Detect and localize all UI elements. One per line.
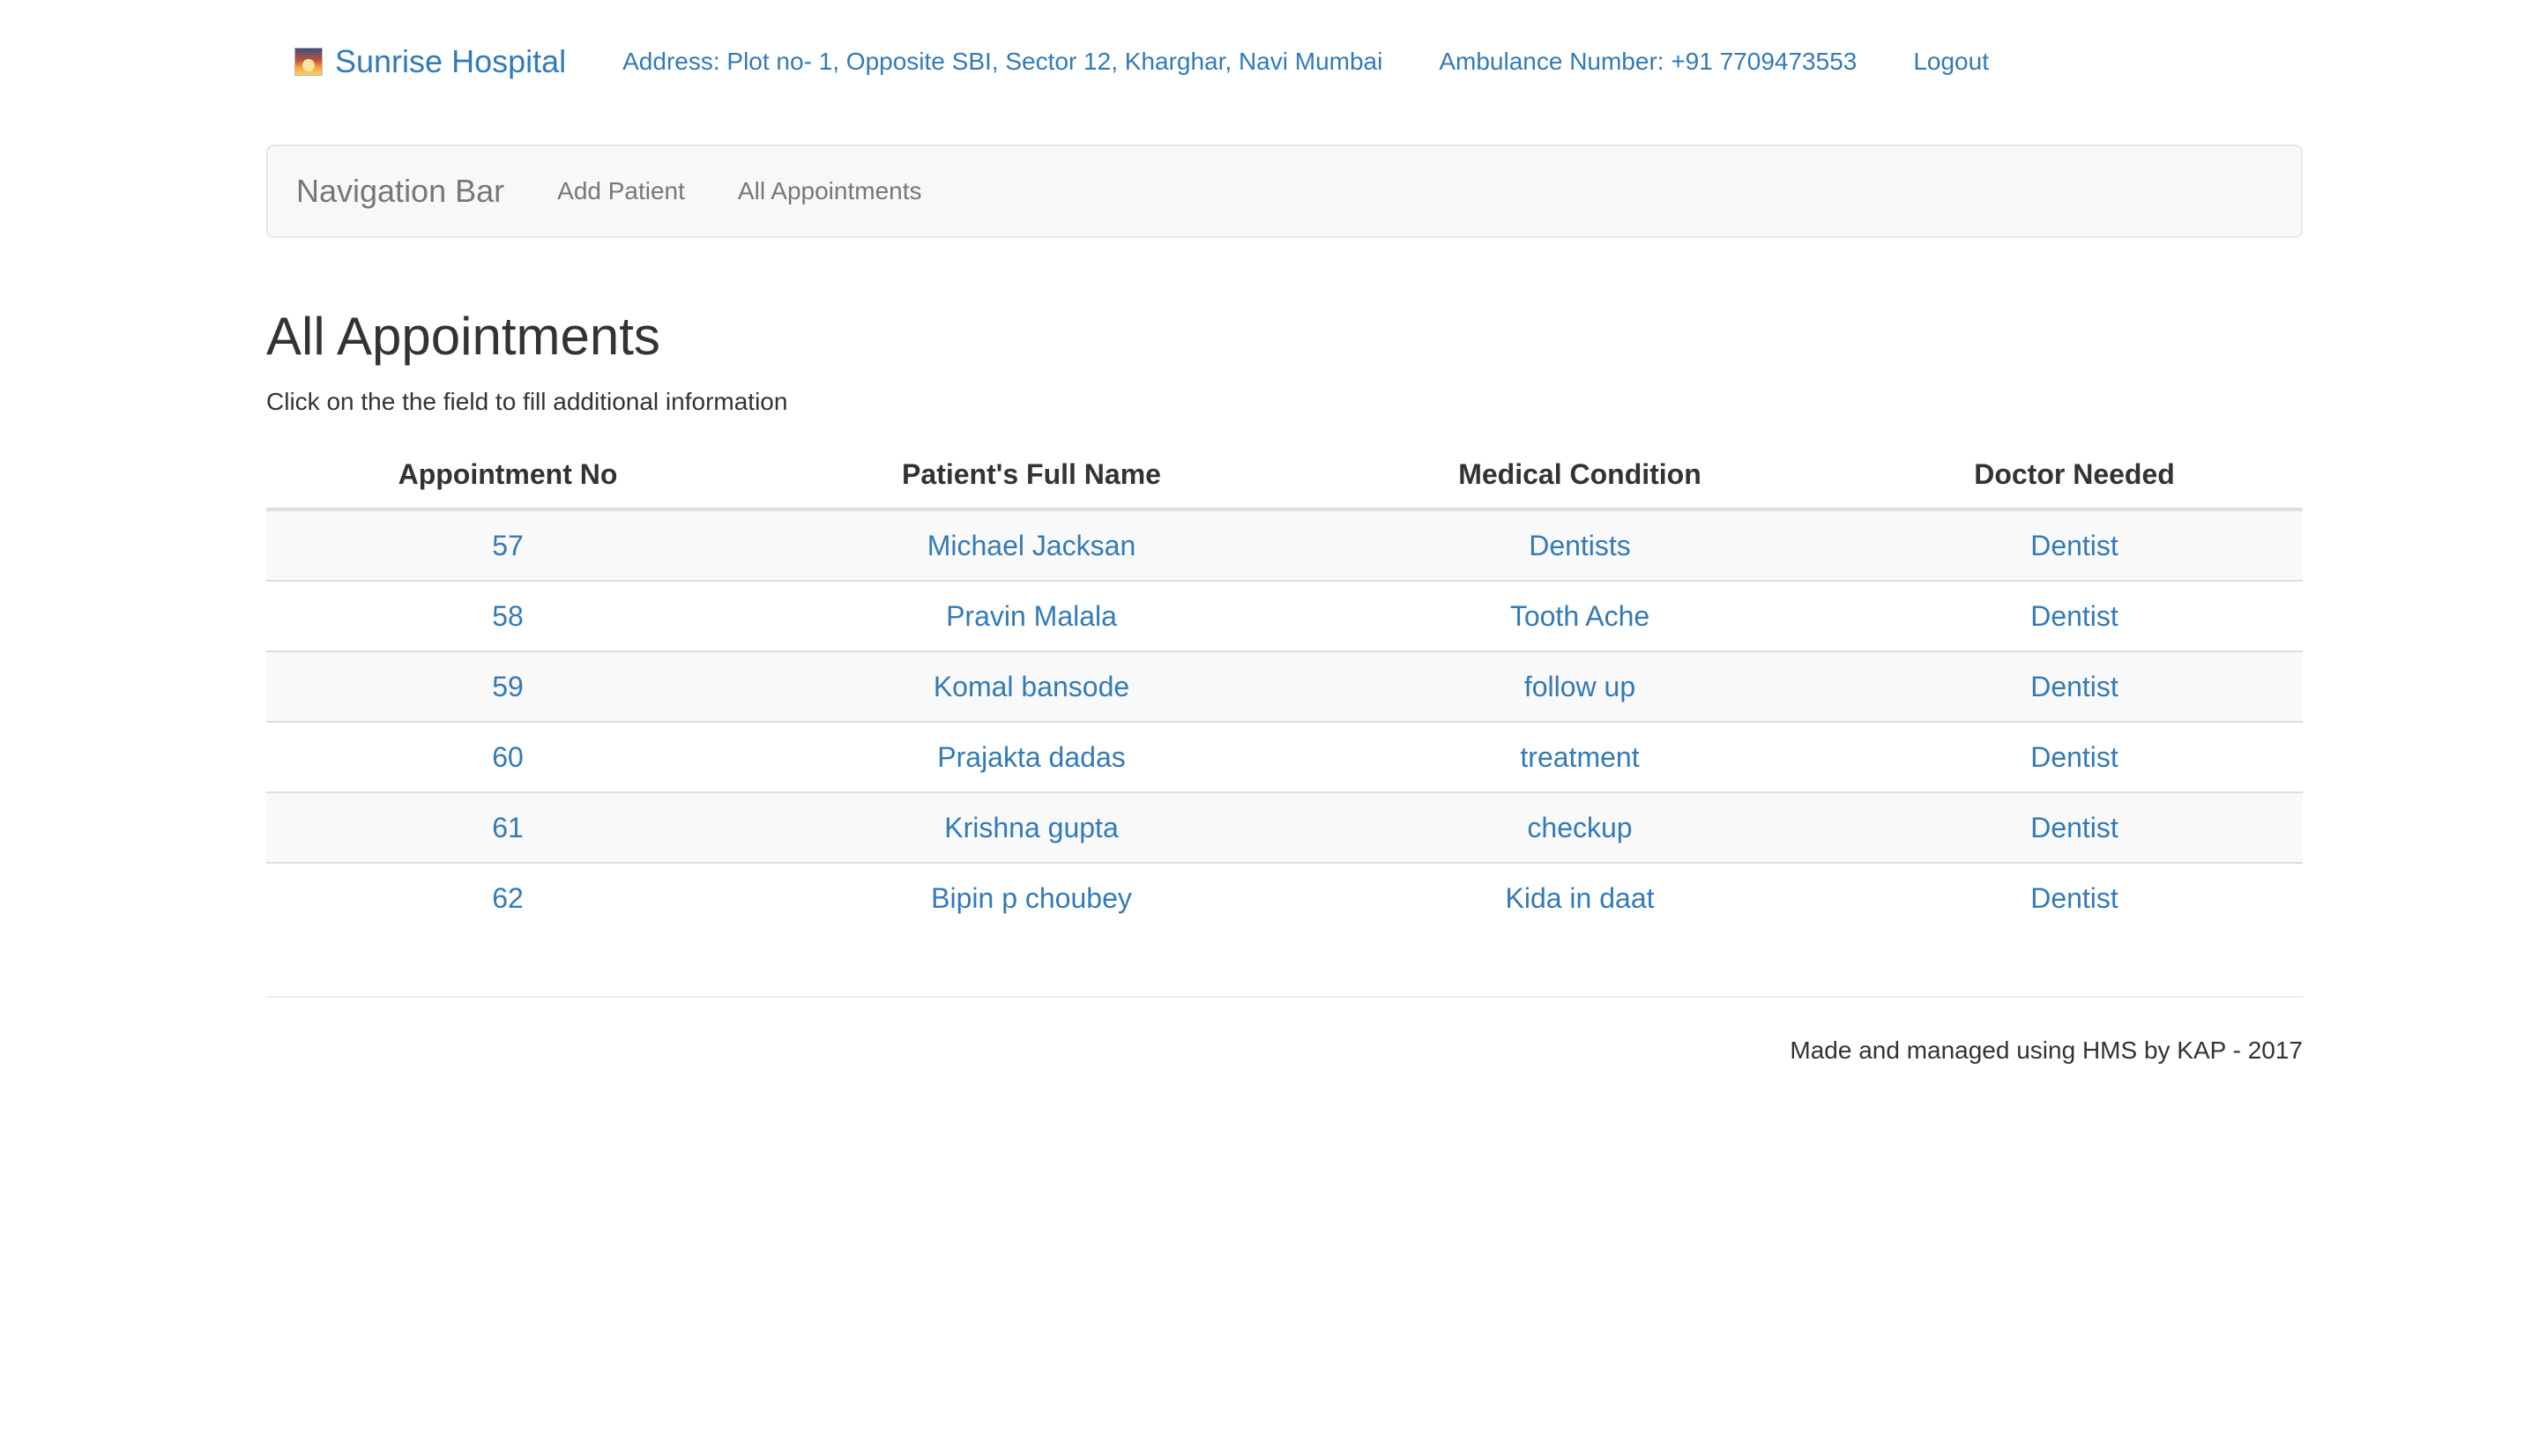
- address-link[interactable]: Address: Plot no- 1, Opposite SBI, Secto…: [622, 35, 1382, 88]
- nav-link-add-patient[interactable]: Add Patient: [531, 146, 711, 236]
- table-row: 58 Pravin Malala Tooth Ache Dentist: [266, 580, 2303, 651]
- logout-link[interactable]: Logout: [1913, 35, 1989, 88]
- brand-link[interactable]: Sunrise Hospital: [294, 35, 566, 88]
- cell-appointment-no: 58: [266, 580, 749, 651]
- appointment-no-link[interactable]: 60: [492, 741, 524, 773]
- table-row: 57 Michael Jacksan Dentists Dentist: [266, 509, 2303, 581]
- doctor-needed-link[interactable]: Dentist: [2030, 600, 2118, 632]
- sunrise-logo-icon: [294, 48, 323, 76]
- cell-appointment-no: 62: [266, 862, 749, 932]
- appointments-table: Appointment No Patient's Full Name Medic…: [266, 441, 2303, 932]
- brand-name: Sunrise Hospital: [335, 43, 567, 79]
- medical-condition-link[interactable]: treatment: [1520, 741, 1639, 773]
- cell-doctor-needed: Dentist: [1846, 509, 2303, 581]
- cell-doctor-needed: Dentist: [1846, 650, 2303, 722]
- cell-patient-name: Krishna gupta: [749, 791, 1314, 863]
- column-header-patient-name: Patient's Full Name: [749, 441, 1314, 511]
- cell-patient-name: Prajakta dadas: [749, 721, 1314, 792]
- table-row: 62 Bipin p choubey Kida in daat Dentist: [266, 862, 2303, 932]
- doctor-needed-link[interactable]: Dentist: [2030, 530, 2118, 561]
- ambulance-number-link[interactable]: Ambulance Number: +91 7709473553: [1439, 35, 1857, 88]
- table-row: 60 Prajakta dadas treatment Dentist: [266, 721, 2303, 792]
- patient-name-link[interactable]: Komal bansode: [934, 671, 1129, 702]
- table-row: 59 Komal bansode follow up Dentist: [266, 650, 2303, 722]
- medical-condition-link[interactable]: follow up: [1524, 671, 1635, 702]
- patient-name-link[interactable]: Bipin p choubey: [931, 882, 1132, 914]
- page-subtitle: Click on the the field to fill additiona…: [266, 388, 788, 415]
- cell-patient-name: Bipin p choubey: [749, 862, 1314, 932]
- medical-condition-link[interactable]: Kida in daat: [1505, 882, 1654, 914]
- cell-doctor-needed: Dentist: [1846, 862, 2303, 932]
- doctor-needed-link[interactable]: Dentist: [2030, 812, 2118, 843]
- medical-condition-link[interactable]: checkup: [1527, 812, 1632, 843]
- cell-appointment-no: 57: [266, 509, 749, 581]
- column-header-doctor-needed: Doctor Needed: [1846, 441, 2303, 511]
- cell-medical-condition: treatment: [1314, 721, 1846, 792]
- appointment-no-link[interactable]: 57: [492, 530, 524, 561]
- cell-appointment-no: 59: [266, 650, 749, 722]
- appointment-no-link[interactable]: 62: [492, 882, 524, 914]
- page-title: All Appointments: [266, 307, 660, 366]
- patient-name-link[interactable]: Krishna gupta: [944, 812, 1118, 843]
- table-header-row: Appointment No Patient's Full Name Medic…: [266, 441, 2303, 511]
- cell-doctor-needed: Dentist: [1846, 580, 2303, 651]
- cell-patient-name: Komal bansode: [749, 650, 1314, 722]
- cell-medical-condition: follow up: [1314, 650, 1846, 722]
- patient-name-link[interactable]: Pravin Malala: [946, 600, 1117, 632]
- cell-doctor-needed: Dentist: [1846, 791, 2303, 863]
- footer-divider: [266, 996, 2303, 998]
- doctor-needed-link[interactable]: Dentist: [2030, 741, 2118, 773]
- column-header-appointment-no: Appointment No: [266, 441, 749, 511]
- appointment-no-link[interactable]: 58: [492, 600, 524, 632]
- appointment-no-link[interactable]: 59: [492, 671, 524, 702]
- doctor-needed-link[interactable]: Dentist: [2030, 671, 2118, 702]
- cell-medical-condition: Tooth Ache: [1314, 580, 1846, 651]
- page: Sunrise Hospital Address: Plot no- 1, Op…: [0, 0, 2539, 1456]
- navbar-brand[interactable]: Navigation Bar: [296, 146, 504, 236]
- cell-medical-condition: Dentists: [1314, 509, 1846, 581]
- cell-appointment-no: 61: [266, 791, 749, 863]
- doctor-needed-link[interactable]: Dentist: [2030, 882, 2118, 914]
- cell-patient-name: Michael Jacksan: [749, 509, 1314, 581]
- patient-name-link[interactable]: Michael Jacksan: [927, 530, 1136, 561]
- navigation-bar: Navigation Bar Add Patient All Appointme…: [266, 145, 2303, 238]
- patient-name-link[interactable]: Prajakta dadas: [937, 741, 1125, 773]
- footer-text: Made and managed using HMS by KAP - 2017: [1790, 1036, 2303, 1064]
- cell-medical-condition: Kida in daat: [1314, 862, 1846, 932]
- medical-condition-link[interactable]: Dentists: [1529, 530, 1631, 561]
- medical-condition-link[interactable]: Tooth Ache: [1510, 600, 1649, 632]
- cell-medical-condition: checkup: [1314, 791, 1846, 863]
- nav-link-all-appointments[interactable]: All Appointments: [711, 146, 949, 236]
- cell-doctor-needed: Dentist: [1846, 721, 2303, 792]
- top-header: Sunrise Hospital Address: Plot no- 1, Op…: [266, 35, 2303, 88]
- appointment-no-link[interactable]: 61: [492, 812, 524, 843]
- cell-patient-name: Pravin Malala: [749, 580, 1314, 651]
- cell-appointment-no: 60: [266, 721, 749, 792]
- table-row: 61 Krishna gupta checkup Dentist: [266, 791, 2303, 863]
- column-header-medical-condition: Medical Condition: [1314, 441, 1846, 511]
